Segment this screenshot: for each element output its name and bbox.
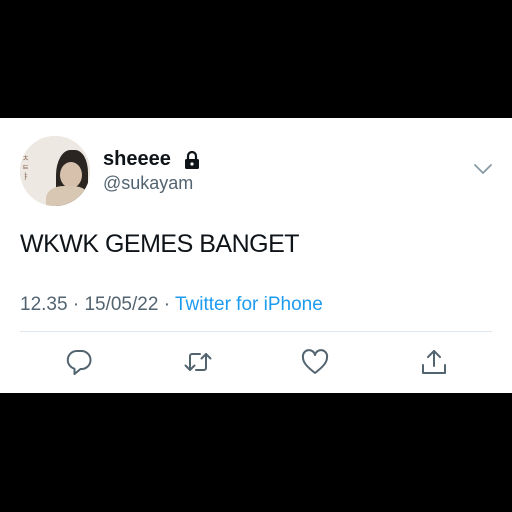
reply-button[interactable] [64,347,94,377]
retweet-icon [183,347,213,377]
display-name[interactable]: sheeee [103,148,171,171]
tweet-date[interactable]: 15/05/22 [84,294,158,315]
avatar[interactable]: ㅊㅌㅑ [20,136,90,206]
share-icon [419,347,449,377]
divider [20,331,492,332]
reply-icon [64,347,94,377]
tweet-time[interactable]: 12.35 [20,294,68,315]
meta-separator: · [72,294,80,315]
handle[interactable]: @sukayam [103,173,193,194]
letterbox-top [0,0,512,118]
lock-icon [183,150,201,170]
tweet-meta: 12.35 · 15/05/22 · Twitter for iPhone [20,294,323,316]
meta-separator: · [163,294,171,315]
letterbox-bottom [0,393,512,512]
chevron-down-icon[interactable] [472,161,494,177]
tweet-card: ㅊㅌㅑ sheeee @sukayam WKWK GEMES BANGET 12… [0,118,512,393]
retweet-button[interactable] [183,347,213,377]
like-button[interactable] [300,347,330,377]
tweet-source-link[interactable]: Twitter for iPhone [175,294,323,315]
share-button[interactable] [419,347,449,377]
tweet-text: WKWK GEMES BANGET [20,230,300,258]
heart-icon [300,347,330,377]
